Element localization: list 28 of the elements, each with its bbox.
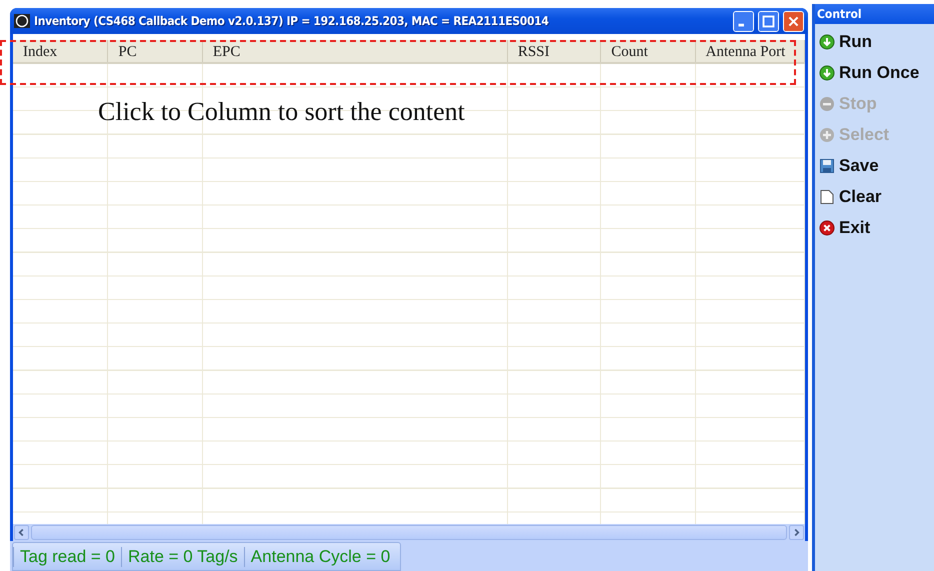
column-header[interactable]: Index bbox=[13, 40, 108, 62]
close-button[interactable] bbox=[783, 10, 804, 32]
column-header[interactable]: RSSI bbox=[508, 40, 602, 62]
control-button[interactable]: Save bbox=[839, 156, 879, 176]
minus-icon bbox=[819, 96, 835, 112]
maximize-button[interactable] bbox=[758, 10, 779, 32]
column-header[interactable]: Count bbox=[601, 40, 696, 62]
status-text: Rate = 0 Tag/s bbox=[121, 546, 244, 566]
plus-icon bbox=[819, 126, 835, 142]
annotation-text: Click to Column to sort the content bbox=[98, 97, 465, 127]
column-header[interactable]: Antenna Port bbox=[696, 40, 805, 62]
app-logo-icon bbox=[14, 14, 30, 28]
scroll-left-button[interactable] bbox=[14, 525, 29, 540]
column-header[interactable]: PC bbox=[108, 40, 203, 62]
control-button[interactable]: Run Once bbox=[839, 62, 920, 82]
blank-page-icon bbox=[819, 188, 835, 204]
status-text: Antenna Cycle = 0 bbox=[244, 546, 396, 566]
panel-title: Control bbox=[815, 4, 934, 24]
window-title: Inventory (CS468 Callback Demo v2.0.137) IP = 192.168.25.203, MAC = REA2111ES0014 bbox=[34, 14, 550, 28]
control-button[interactable]: Run bbox=[839, 32, 872, 52]
close-icon bbox=[819, 220, 835, 236]
scroll-right-button[interactable] bbox=[789, 525, 804, 540]
scrollbar-thumb[interactable] bbox=[31, 525, 787, 540]
status-text: Tag read = 0 bbox=[13, 546, 121, 566]
minimize-button[interactable] bbox=[733, 10, 754, 32]
control-button[interactable]: Clear bbox=[839, 186, 882, 206]
control-button[interactable]: Exit bbox=[839, 218, 870, 238]
column-header[interactable]: EPC bbox=[202, 40, 508, 62]
